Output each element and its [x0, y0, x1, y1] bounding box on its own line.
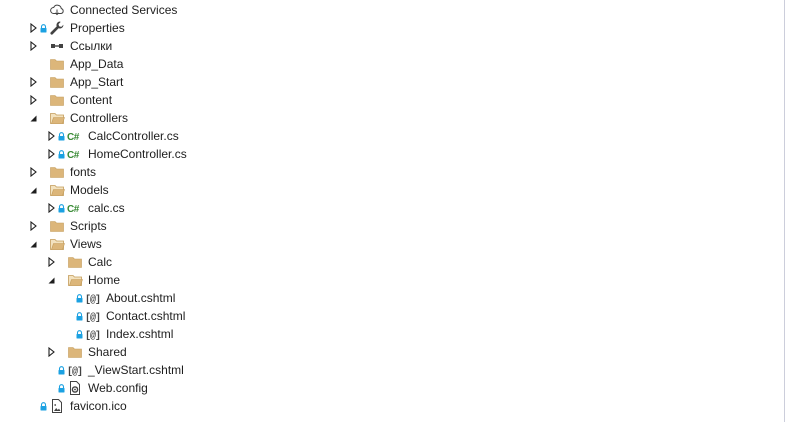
lock-icon [58, 127, 65, 145]
collapsed-arrow-icon[interactable] [29, 217, 38, 235]
tree-item-label: Scripts [70, 219, 107, 233]
lock-icon [58, 199, 65, 217]
collapsed-arrow-icon[interactable] [47, 343, 56, 361]
folder-open-icon [49, 235, 65, 253]
lock-icon [40, 19, 47, 37]
tree-row[interactable]: Models [0, 181, 784, 199]
config-file-icon [67, 379, 83, 397]
solution-explorer-tree: Connected Services Properties Ссылки App_Da… [0, 1, 784, 415]
tree-row[interactable]: App_Start [0, 73, 784, 91]
collapsed-arrow-icon[interactable] [47, 127, 56, 145]
razor-file-icon: [@] [85, 313, 101, 324]
references-icon [49, 37, 65, 55]
collapsed-arrow-icon[interactable] [47, 253, 56, 271]
tree-row[interactable]: C# CalcController.cs [0, 127, 784, 145]
tree-row[interactable]: Properties [0, 19, 784, 37]
folder-icon [67, 343, 83, 361]
collapsed-arrow-icon[interactable] [29, 37, 38, 55]
expanded-arrow-icon[interactable] [29, 109, 38, 127]
image-file-icon [49, 397, 65, 415]
tree-item-label: Home [88, 273, 121, 287]
folder-icon [49, 91, 65, 109]
folder-icon [49, 55, 65, 73]
expanded-arrow-icon[interactable] [47, 271, 56, 289]
tree-row[interactable]: Scripts [0, 217, 784, 235]
tree-item-label: App_Start [70, 75, 124, 89]
csharp-file-icon: C# [67, 132, 79, 143]
razor-file-icon: [@] [85, 295, 101, 306]
tree-item-label: favicon.ico [70, 399, 127, 413]
collapsed-arrow-icon[interactable] [29, 91, 38, 109]
tree-item-label: Ссылки [70, 39, 113, 53]
folder-open-icon [49, 181, 65, 199]
lock-icon [76, 307, 83, 325]
tree-row[interactable]: C# HomeController.cs [0, 145, 784, 163]
tree-item-label: Web.config [88, 381, 148, 395]
tree-item-label: Connected Services [70, 3, 178, 17]
tree-item-label: CalcController.cs [88, 129, 179, 143]
connected-services-icon [49, 1, 65, 19]
tree-row[interactable]: Shared [0, 343, 784, 361]
tree-row[interactable]: Web.config [0, 379, 784, 397]
collapsed-arrow-icon[interactable] [47, 145, 56, 163]
tree-row[interactable]: fonts [0, 163, 784, 181]
folder-icon [49, 73, 65, 91]
tree-row[interactable]: Controllers [0, 109, 784, 127]
tree-row[interactable]: Views [0, 235, 784, 253]
csharp-file-icon: C# [67, 150, 79, 161]
tree-row[interactable]: C# calc.cs [0, 199, 784, 217]
tree-row[interactable]: [@] About.cshtml [0, 289, 784, 307]
tree-row[interactable]: Calc [0, 253, 784, 271]
tree-row[interactable]: [@] _ViewStart.cshtml [0, 361, 784, 379]
tree-item-label: Content [70, 93, 113, 107]
tree-item-label: fonts [70, 165, 97, 179]
lock-icon [58, 145, 65, 163]
tree-item-label: Index.cshtml [106, 327, 174, 341]
tree-item-label: HomeController.cs [88, 147, 187, 161]
csharp-file-icon: C# [67, 204, 79, 215]
collapsed-arrow-icon[interactable] [47, 199, 56, 217]
tree-row[interactable]: Connected Services [0, 1, 784, 19]
folder-icon [67, 253, 83, 271]
tree-item-label: About.cshtml [106, 291, 176, 305]
expanded-arrow-icon[interactable] [29, 181, 38, 199]
tree-row[interactable]: Ссылки [0, 37, 784, 55]
folder-open-icon [49, 109, 65, 127]
tree-item-label: calc.cs [88, 201, 125, 215]
tree-item-label: App_Data [70, 57, 124, 71]
tree-row[interactable]: Content [0, 91, 784, 109]
razor-file-icon: [@] [67, 367, 83, 378]
expanded-arrow-icon[interactable] [29, 235, 38, 253]
razor-file-icon: [@] [85, 331, 101, 342]
tree-item-label: Shared [88, 345, 127, 359]
lock-icon [58, 379, 65, 397]
folder-icon [49, 163, 65, 181]
tree-row[interactable]: App_Data [0, 55, 784, 73]
tree-row[interactable]: [@] Index.cshtml [0, 325, 784, 343]
collapsed-arrow-icon[interactable] [29, 73, 38, 91]
tree-row[interactable]: Home [0, 271, 784, 289]
tree-item-label: Views [70, 237, 102, 251]
tree-row[interactable]: [@] Contact.cshtml [0, 307, 784, 325]
lock-icon [58, 361, 65, 379]
tree-row[interactable]: favicon.ico [0, 397, 784, 415]
folder-icon [49, 217, 65, 235]
tree-item-label: Controllers [70, 111, 129, 125]
lock-icon [76, 325, 83, 343]
tree-item-label: Properties [70, 21, 125, 35]
folder-open-icon [67, 271, 83, 289]
tree-item-label: Calc [88, 255, 113, 269]
tree-item-label: Contact.cshtml [106, 309, 186, 323]
tree-item-label: Models [70, 183, 109, 197]
wrench-icon [49, 19, 65, 37]
lock-icon [40, 397, 47, 415]
tree-item-label: _ViewStart.cshtml [88, 363, 184, 377]
lock-icon [76, 289, 83, 307]
collapsed-arrow-icon[interactable] [29, 19, 38, 37]
collapsed-arrow-icon[interactable] [29, 163, 38, 181]
